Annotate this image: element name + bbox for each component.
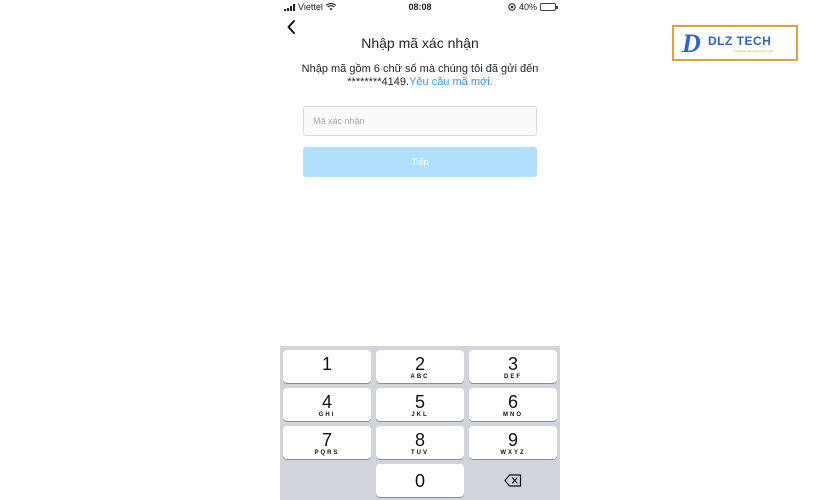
dlz-tech-logo: D DLZ TECH Cùng bạn làm chủ công nghệ bbox=[672, 25, 798, 61]
key-7[interactable]: 7 PQRS bbox=[283, 426, 371, 459]
key-3[interactable]: 3 DEF bbox=[469, 350, 557, 383]
key-digit: 3 bbox=[507, 354, 518, 374]
battery-icon bbox=[540, 3, 558, 11]
key-6[interactable]: 6 MNO bbox=[469, 388, 557, 421]
key-9[interactable]: 9 WXYZ bbox=[469, 426, 557, 459]
key-digit: 4 bbox=[321, 392, 332, 412]
key-5[interactable]: 5 JKL bbox=[376, 388, 464, 421]
logo-letter: D bbox=[682, 29, 701, 58]
key-digit: 5 bbox=[414, 392, 425, 412]
key-1[interactable]: 1 bbox=[283, 350, 371, 383]
key-letters: MNO bbox=[503, 412, 523, 418]
key-digit: 9 bbox=[507, 430, 518, 450]
verification-screen: Viettel 08:08 40% Nhập mã xác nhận Nhập … bbox=[0, 0, 840, 500]
status-right: 40% bbox=[508, 2, 558, 12]
delete-key[interactable] bbox=[469, 464, 557, 497]
key-letters: DEF bbox=[504, 374, 522, 380]
numeric-keypad: 1 2 ABC 3 DEF 4 GHI 5 JKL 6 MNO 7 PQRS 8 bbox=[280, 346, 560, 500]
key-digit: 8 bbox=[414, 430, 425, 450]
key-letters: WXYZ bbox=[500, 450, 526, 456]
key-2[interactable]: 2 ABC bbox=[376, 350, 464, 383]
key-4[interactable]: 4 GHI bbox=[283, 388, 371, 421]
page-title: Nhập mã xác nhận bbox=[361, 35, 479, 51]
key-digit: 1 bbox=[321, 354, 332, 374]
logo-tagline: Cùng bạn làm chủ công nghệ bbox=[734, 49, 774, 53]
backspace-icon bbox=[504, 474, 522, 487]
location-icon bbox=[508, 3, 516, 11]
chevron-left-icon bbox=[287, 20, 295, 34]
masked-phone: ********4149. bbox=[347, 76, 410, 88]
key-digit: 0 bbox=[414, 471, 425, 491]
instruction-text: Nhập mã gồm 6 chữ số mà chúng tôi đã gửi… bbox=[300, 63, 540, 89]
status-bar: Viettel 08:08 40% bbox=[280, 0, 560, 14]
key-digit: 7 bbox=[321, 430, 332, 450]
key-0[interactable]: 0 bbox=[376, 464, 464, 497]
resend-code-link[interactable]: Yêu cầu mã mới. bbox=[409, 76, 493, 88]
verification-code-input[interactable] bbox=[303, 106, 537, 136]
key-8[interactable]: 8 TUV bbox=[376, 426, 464, 459]
next-button[interactable]: Tiếp bbox=[303, 147, 537, 177]
logo-text: DLZ TECH bbox=[708, 34, 772, 48]
instruction-line: Nhập mã gồm 6 chữ số mà chúng tôi đã gửi… bbox=[301, 63, 539, 75]
key-letters: JKL bbox=[411, 412, 429, 418]
key-digit: 6 bbox=[507, 392, 518, 412]
key-letters: GHI bbox=[318, 412, 336, 418]
battery-percent: 40% bbox=[518, 2, 537, 12]
key-letters: ABC bbox=[410, 374, 430, 380]
key-letters: PQRS bbox=[314, 450, 340, 456]
key-digit: 2 bbox=[414, 354, 425, 374]
key-letters: TUV bbox=[411, 450, 429, 456]
